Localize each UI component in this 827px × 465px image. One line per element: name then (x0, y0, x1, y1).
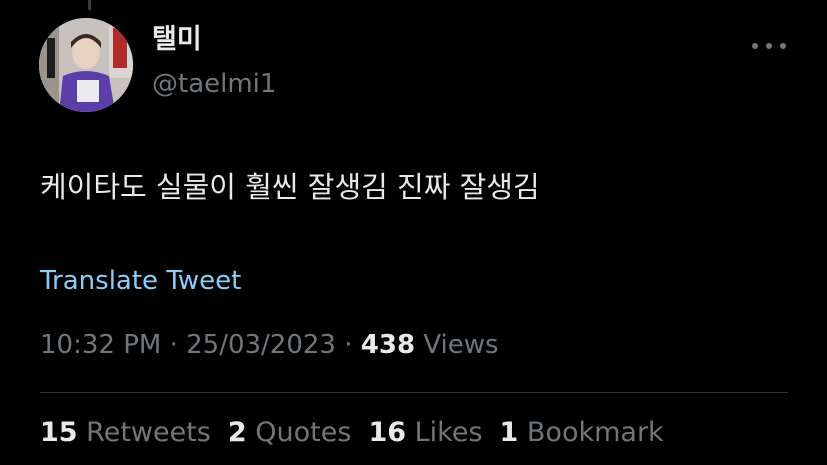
engagement-stats: 15 Retweets 2 Quotes 16 Likes 1 Bookmark (40, 417, 664, 449)
dot (780, 43, 786, 49)
tweet-text: 케이타도 실물이 훨씬 잘생김 진짜 잘생김 (40, 170, 540, 204)
display-name[interactable]: 탤미 (152, 26, 202, 53)
tweet-time[interactable]: 10:32 PM (40, 330, 161, 360)
meta-separator: · (335, 330, 361, 360)
bookmarks-stat[interactable]: 1 Bookmark (500, 417, 664, 449)
bookmarks-count: 1 (499, 417, 519, 448)
avatar[interactable] (39, 18, 133, 112)
divider (40, 392, 788, 393)
retweets-label: Retweets (86, 417, 211, 448)
more-horizontal-icon[interactable] (752, 36, 786, 56)
quotes-count: 2 (227, 417, 247, 448)
tweet-meta: 10:32 PM · 25/03/2023 · 438 Views (40, 330, 499, 361)
thread-line (88, 0, 91, 10)
likes-count: 16 (368, 417, 407, 448)
meta-separator: · (161, 330, 187, 360)
views-count: 438 (360, 330, 416, 360)
bookmarks-label: Bookmark (526, 417, 664, 448)
translate-tweet-link[interactable]: Translate Tweet (40, 266, 241, 297)
dot (766, 43, 772, 49)
likes-stat[interactable]: 16 Likes (368, 417, 482, 449)
likes-label: Likes (414, 417, 483, 448)
views-label: Views (423, 330, 499, 360)
quotes-label: Quotes (255, 417, 352, 448)
retweets-stat[interactable]: 15 Retweets (40, 417, 211, 449)
dot (752, 43, 758, 49)
handle[interactable]: @taelmi1 (152, 71, 276, 97)
retweets-count: 15 (40, 417, 78, 448)
tweet-date[interactable]: 25/03/2023 (186, 330, 336, 360)
avatar-image (39, 18, 133, 112)
quotes-stat[interactable]: 2 Quotes (228, 417, 352, 449)
